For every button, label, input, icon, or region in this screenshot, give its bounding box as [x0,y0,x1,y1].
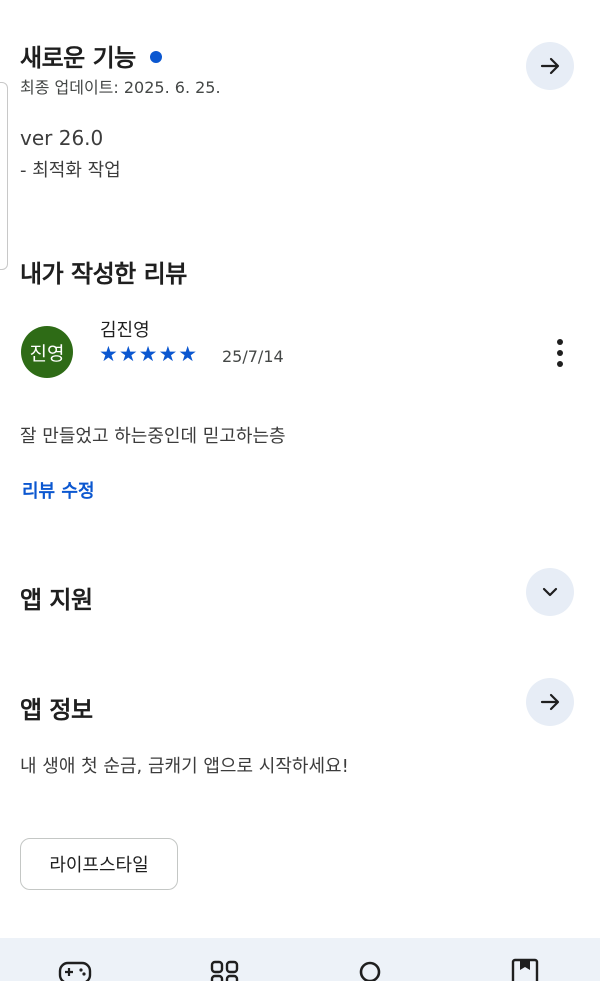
rating-stars: ★★★★★ [99,342,199,366]
app-support-title: 앱 지원 [20,586,93,614]
side-panel-edge [0,82,8,270]
review-author: 김진영 [100,320,150,341]
app-description: 내 생애 첫 순금, 금캐기 앱으로 시작하세요! [20,756,349,777]
review-body: 잘 만들었고 하는중인데 믿고하는층 [20,426,286,447]
chevron-down-icon [542,587,558,597]
new-indicator-dot [149,51,162,63]
more-vert-icon [557,339,563,367]
avatar-text: 진영 [29,342,65,365]
bottom-nav [0,938,600,985]
avatar: 진영 [21,326,73,378]
category-chip[interactable]: 라이프스타일 [20,838,178,890]
more-options-button[interactable] [548,338,572,370]
last-updated: 최종 업데이트: 2025. 6. 25. [20,78,221,97]
arrow-right-icon [540,57,560,75]
whats-new-title: 새로운 기능 [20,38,162,73]
edit-review-link[interactable]: 리뷰 수정 [22,477,95,503]
app-info-title: 앱 정보 [20,696,93,724]
whats-new-arrow-button[interactable] [526,42,574,90]
app-info-arrow-button[interactable] [526,678,574,726]
category-chip-label: 라이프스타일 [49,855,149,876]
app-support-expand-button[interactable] [526,568,574,616]
review-date: 25/7/14 [222,347,284,366]
version-text: ver 26.0 [20,126,104,150]
arrow-right-icon [540,693,560,711]
my-review-title: 내가 작성한 리뷰 [20,260,187,288]
update-note: - 최적화 작업 [20,160,121,181]
